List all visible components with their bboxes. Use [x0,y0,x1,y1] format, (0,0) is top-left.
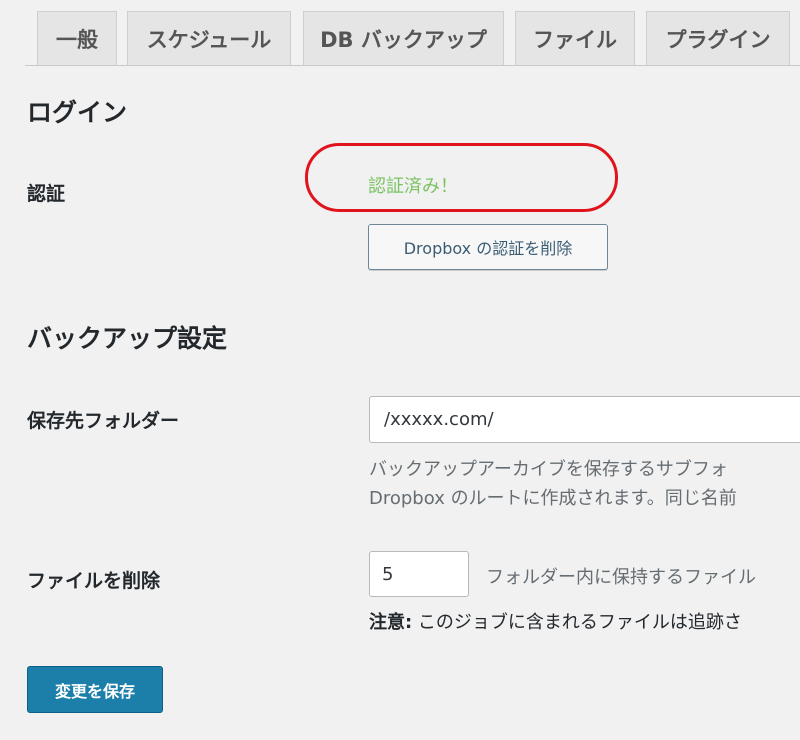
tab-bar-divider [25,65,800,66]
tab-bar: 一般 スケジュール DB バックアップ ファイル プラグイン [0,0,800,66]
destination-folder-value: /xxxxx.com/ [384,409,494,430]
note-text: このジョブに含まれるファイルは追跡さ [412,612,742,633]
destination-folder-description-2: Dropbox のルートに作成されます。同じ名前 [369,488,737,509]
note-prefix: 注意: [369,612,413,633]
destination-folder-label: 保存先フォルダー [27,410,180,432]
files-note: 注意: このジョブに含まれるファイルは追跡さ [369,608,742,634]
delete-dropbox-auth-button[interactable]: Dropbox の認証を削除 [368,224,608,270]
delete-files-count-input[interactable]: 5 [369,551,469,597]
tab-schedule[interactable]: スケジュール [127,11,291,65]
tab-plugins[interactable]: プラグイン [646,11,790,65]
highlight-annotation [305,143,618,212]
destination-folder-input[interactable]: /xxxxx.com/ [369,396,800,443]
delete-files-label: ファイルを削除 [27,570,161,592]
backup-settings-heading: バックアップ設定 [27,324,228,353]
delete-files-count-value: 5 [382,563,394,585]
tab-general[interactable]: 一般 [37,11,117,65]
save-changes-button[interactable]: 変更を保存 [27,666,163,713]
auth-status-text: 認証済み！ [368,176,458,197]
auth-label: 認証 [27,183,66,205]
delete-files-description: フォルダー内に保持するファイル [486,567,756,588]
tab-files[interactable]: ファイル [515,11,635,65]
login-heading: ログイン [27,98,128,127]
tab-db-backup[interactable]: DB バックアップ [303,11,504,65]
destination-folder-description-1: バックアップアーカイブを保存するサブフォ [369,459,728,480]
